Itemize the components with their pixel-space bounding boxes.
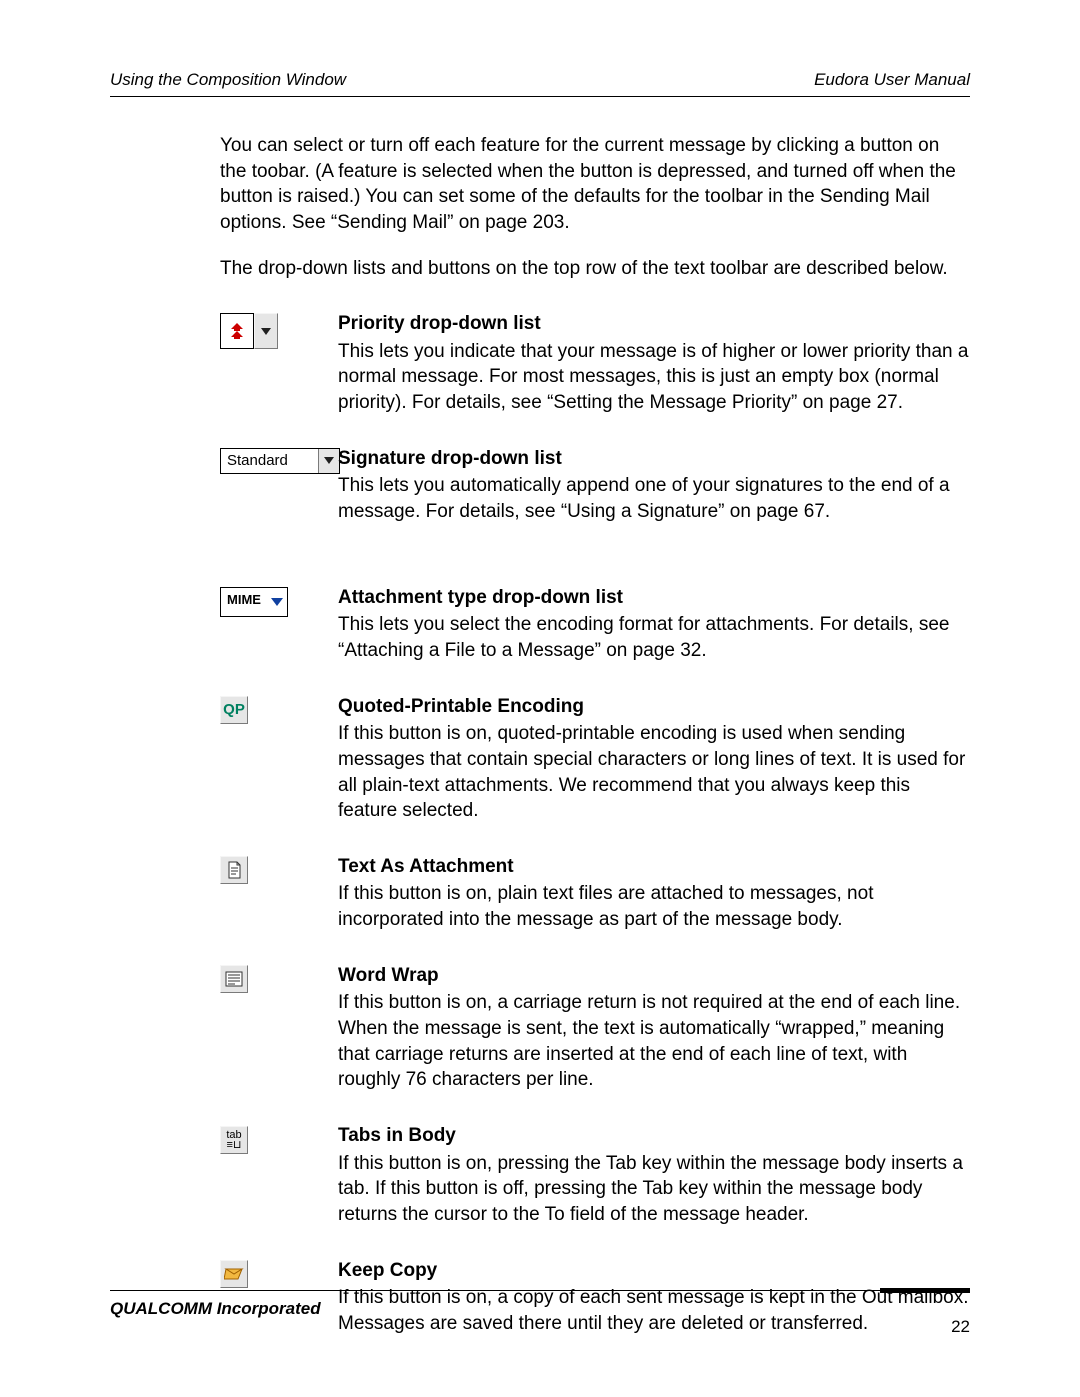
item-quoted-printable: QP Quoted-Printable Encoding If this but…: [220, 694, 970, 824]
item-body: If this button is on, pressing the Tab k…: [338, 1153, 963, 1225]
item-title: Priority drop-down list: [338, 311, 970, 337]
item-title: Keep Copy: [338, 1258, 970, 1284]
dropdown-arrow-icon: [254, 313, 278, 349]
item-attachment-type: MIME Attachment type drop-down list This…: [220, 585, 970, 664]
header-left: Using the Composition Window: [110, 70, 346, 90]
intro-paragraph-1: You can select or turn off each feature …: [220, 133, 970, 236]
item-title: Signature drop-down list: [338, 446, 970, 472]
header-right: Eudora User Manual: [814, 70, 970, 90]
word-wrap-button-icon: [220, 965, 248, 993]
item-body: This lets you automatically append one o…: [338, 475, 950, 522]
priority-glyph-icon: [220, 313, 254, 349]
attachment-type-dropdown-icon: MIME: [220, 587, 288, 617]
manual-page: Using the Composition Window Eudora User…: [0, 0, 1080, 1397]
dropdown-arrow-icon: [267, 588, 287, 616]
priority-dropdown-icon: [220, 313, 278, 349]
item-body: If this button is on, quoted-printable e…: [338, 723, 965, 821]
item-body: This lets you indicate that your message…: [338, 341, 968, 413]
item-signature: Standard Signature drop-down list This l…: [220, 446, 970, 525]
item-title: Tabs in Body: [338, 1123, 970, 1149]
dropdown-arrow-icon: [318, 449, 339, 473]
item-body: If this button is on, plain text files a…: [338, 883, 873, 930]
page-number: 22: [951, 1317, 970, 1337]
footer-rule: [110, 1288, 970, 1293]
item-priority: Priority drop-down list This lets you in…: [220, 311, 970, 416]
keep-copy-button-icon: [220, 1260, 248, 1288]
intro-paragraph-2: The drop-down lists and buttons on the t…: [220, 256, 970, 282]
item-tabs-in-body: tab ≡⊔ Tabs in Body If this button is on…: [220, 1123, 970, 1228]
page-header: Using the Composition Window Eudora User…: [110, 70, 970, 90]
item-word-wrap: Word Wrap If this button is on, a carria…: [220, 963, 970, 1093]
footer-company: QUALCOMM Incorporated: [110, 1299, 321, 1337]
item-body: This lets you select the encoding format…: [338, 614, 949, 661]
attachment-type-label: MIME: [221, 588, 267, 616]
item-title: Text As Attachment: [338, 854, 970, 880]
signature-dropdown-label: Standard: [221, 449, 318, 473]
signature-dropdown-icon: Standard: [220, 448, 340, 474]
header-rule: [110, 96, 970, 97]
tabs-in-body-button-icon: tab ≡⊔: [220, 1126, 248, 1154]
item-title: Quoted-Printable Encoding: [338, 694, 970, 720]
quoted-printable-button-icon: QP: [220, 696, 248, 724]
tab-symbol: ≡⊔: [226, 1140, 241, 1150]
item-title: Word Wrap: [338, 963, 970, 989]
item-text-as-attachment: Text As Attachment If this button is on,…: [220, 854, 970, 933]
page-footer: QUALCOMM Incorporated 22: [110, 1288, 970, 1337]
item-title: Attachment type drop-down list: [338, 585, 970, 611]
intro-block: You can select or turn off each feature …: [220, 133, 970, 281]
text-as-attachment-button-icon: [220, 856, 248, 884]
item-body: If this button is on, a carriage return …: [338, 992, 960, 1090]
qp-label: QP: [223, 701, 245, 718]
